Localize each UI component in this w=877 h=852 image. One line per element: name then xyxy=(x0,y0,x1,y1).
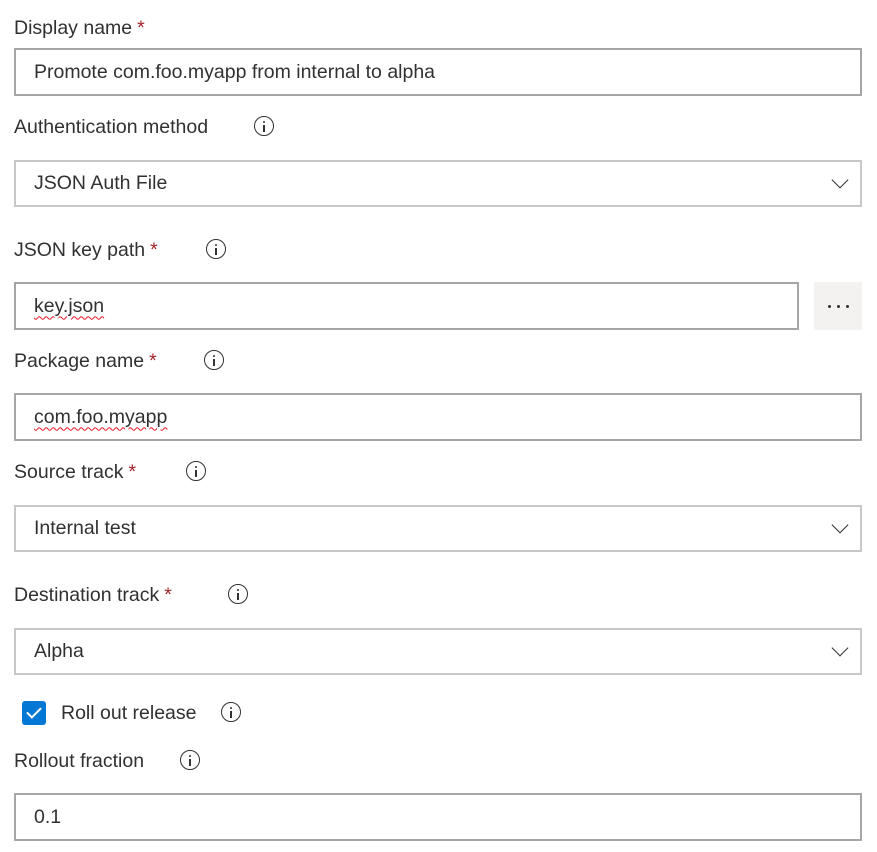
required-mark: * xyxy=(150,239,158,261)
destination-track-value: Alpha xyxy=(34,640,84,662)
destination-track-label: Destination track * xyxy=(14,583,172,607)
package-name-label: Package name * xyxy=(14,349,157,373)
ellipsis-icon-dot xyxy=(827,304,831,308)
json-key-path-value: key.json xyxy=(34,294,105,317)
info-icon[interactable] xyxy=(254,116,274,136)
display-name-input[interactable]: Promote com.foo.myapp from internal to a… xyxy=(14,48,862,96)
info-icon[interactable] xyxy=(221,702,241,722)
info-icon[interactable] xyxy=(228,584,248,604)
info-icon[interactable] xyxy=(206,239,226,259)
rollout-fraction-input[interactable]: 0.1 xyxy=(14,793,862,841)
chevron-down-icon xyxy=(831,639,849,656)
destination-track-dropdown[interactable]: Alpha xyxy=(14,628,862,675)
info-icon[interactable] xyxy=(204,350,224,370)
info-icon[interactable] xyxy=(186,461,206,481)
source-track-label: Source track * xyxy=(14,460,136,484)
rollout-fraction-label-text: Rollout fraction xyxy=(14,750,145,772)
roll-out-release-checkbox[interactable] xyxy=(22,701,46,725)
ellipsis-icon-dot xyxy=(836,304,840,308)
package-name-value: com.foo.myapp xyxy=(34,405,168,428)
display-name-label-text: Display name xyxy=(14,17,133,39)
json-key-path-label: JSON key path * xyxy=(14,238,158,262)
required-mark: * xyxy=(164,584,172,606)
source-track-value: Internal test xyxy=(34,517,136,539)
json-key-path-label-text: JSON key path xyxy=(14,239,146,261)
required-mark: * xyxy=(149,350,157,372)
chevron-down-icon xyxy=(831,516,849,533)
ellipsis-icon-dot xyxy=(845,304,849,308)
auth-method-dropdown[interactable]: JSON Auth File xyxy=(14,160,862,207)
rollout-fraction-label: Rollout fraction xyxy=(14,749,144,773)
package-name-input[interactable]: com.foo.myapp xyxy=(14,393,862,441)
source-track-label-text: Source track xyxy=(14,461,124,483)
destination-track-label-text: Destination track xyxy=(14,584,160,606)
info-icon[interactable] xyxy=(180,750,200,770)
auth-method-value: JSON Auth File xyxy=(34,172,168,194)
chevron-down-icon xyxy=(831,171,849,188)
rollout-fraction-value: 0.1 xyxy=(34,805,62,828)
auth-method-label: Authentication method xyxy=(14,115,208,139)
auth-method-label-text: Authentication method xyxy=(14,116,209,138)
display-name-label: Display name * xyxy=(14,16,145,40)
source-track-dropdown[interactable]: Internal test xyxy=(14,505,862,552)
browse-button[interactable] xyxy=(814,282,862,330)
json-key-path-input[interactable]: key.json xyxy=(14,282,799,330)
package-name-label-text: Package name xyxy=(14,350,145,372)
required-mark: * xyxy=(128,461,137,483)
display-name-value: Promote com.foo.myapp from internal to a… xyxy=(34,60,436,83)
required-mark: * xyxy=(137,17,145,39)
roll-out-release-label[interactable]: Roll out release xyxy=(61,701,197,725)
